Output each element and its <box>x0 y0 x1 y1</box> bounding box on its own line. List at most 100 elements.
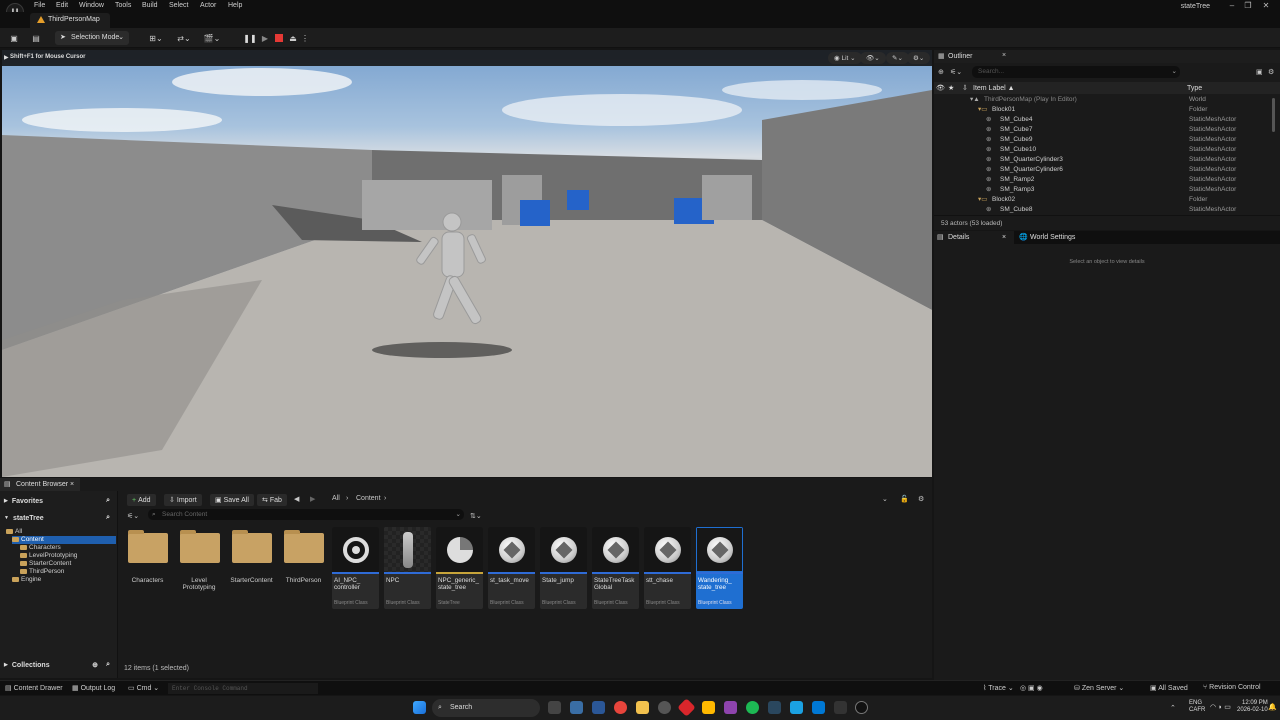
blueprints-icon[interactable]: ⇄⌄ <box>174 32 194 44</box>
settings-button[interactable]: ⚙⌄ <box>907 52 931 64</box>
asset-card-npc[interactable]: NPC Blueprint Class <box>384 527 431 609</box>
vscode-icon[interactable] <box>812 701 825 714</box>
menu-build[interactable]: Build <box>142 2 158 9</box>
app-icon[interactable] <box>724 701 737 714</box>
menu-tools[interactable]: Tools <box>115 2 131 9</box>
menu-select[interactable]: Select <box>169 2 188 9</box>
view-mode-button[interactable]: ◉ Lit ⌄ <box>828 52 862 64</box>
filter-icon[interactable]: ⚟⌄ <box>950 68 962 76</box>
save-all-button[interactable]: ▣ Save All <box>210 494 254 506</box>
asset-card-statetreetask-global[interactable]: StateTreeTask Global Blueprint Class <box>592 527 639 609</box>
add-icon[interactable]: ⊕ <box>938 68 944 76</box>
unreal-taskbar-icon[interactable] <box>855 701 868 714</box>
menu-window[interactable]: Window <box>79 2 104 9</box>
folder-startercontent[interactable]: StarterContent <box>228 527 275 584</box>
tree-item-thirdperson[interactable]: ThirdPerson <box>20 568 64 576</box>
asset-card-wandering-state-tree[interactable]: Wandering_ state_tree Blueprint Class <box>696 527 743 609</box>
outliner-search-input[interactable]: Search... ⌄ <box>972 66 1180 78</box>
type-header[interactable]: Type <box>1187 85 1202 92</box>
outliner-tab[interactable]: ▦ Outliner × <box>934 50 1280 63</box>
search-icon[interactable]: ⌕ <box>106 497 110 505</box>
folder-level-prototyping[interactable]: Level Prototyping <box>176 527 223 591</box>
git-icon[interactable] <box>677 698 696 717</box>
outliner-row[interactable]: ⊛ SM_QuarterCylinder6 StaticMeshActor <box>934 165 1274 175</box>
close-icon[interactable]: × <box>70 478 74 491</box>
asset-card-ai-npc-controller[interactable]: AI_NPC_ controller Blueprint Class <box>332 527 379 609</box>
trace-dropdown[interactable]: ⌇ Trace ⌄ <box>983 684 1014 692</box>
task-view-icon[interactable] <box>548 701 561 714</box>
outliner-row[interactable]: ⊛ SM_QuarterCylinder3 StaticMeshActor <box>934 155 1274 165</box>
asset-card-st-task-move[interactable]: st_task_move Blueprint Class <box>488 527 535 609</box>
fab-button[interactable]: ⇆ Fab <box>257 494 287 506</box>
outliner-row[interactable]: ▾▭ Block01 Folder <box>934 105 1274 115</box>
tab-content-browser[interactable]: ▤ Content Browser × <box>0 478 80 491</box>
revision-control-button[interactable]: ⑂ Revision Control <box>1203 684 1261 691</box>
path-dropdown-icon[interactable]: ⌄ <box>882 495 888 503</box>
more-icon[interactable]: ⋮ <box>301 32 309 44</box>
widgets-icon[interactable] <box>570 701 583 714</box>
breadcrumb-content[interactable]: Content <box>356 495 381 502</box>
visibility-icon[interactable]: 👁 <box>936 84 945 92</box>
settings-icon[interactable]: ⚙ <box>1268 68 1274 76</box>
console-input[interactable]: Enter Console Command <box>168 683 318 694</box>
play-icon[interactable]: ▶ <box>259 32 271 44</box>
cmd-dropdown[interactable]: ▭ Cmd ⌄ <box>128 684 159 692</box>
transform-button[interactable]: ✎⌄ <box>886 52 909 64</box>
tree-item-startercontent[interactable]: StarterContent <box>20 560 71 568</box>
notes-icon[interactable] <box>702 701 715 714</box>
history-back-icon[interactable]: ◀ <box>294 495 299 503</box>
pin-icon[interactable]: ⇩ <box>962 84 968 92</box>
outliner-row[interactable]: ⊛ SM_Cube10 StaticMeshActor <box>934 145 1274 155</box>
zen-server-button[interactable]: ⛁ Zen Server ⌄ <box>1074 684 1124 692</box>
github-icon[interactable] <box>658 701 671 714</box>
tab-world-settings[interactable]: 🌐 World Settings <box>1016 231 1106 244</box>
collections-header[interactable]: ▶ Collections ⊕ ⌕ <box>4 658 114 672</box>
asset-card-state-jump[interactable]: State_jump Blueprint Class <box>540 527 587 609</box>
taskbar-search[interactable]: ⌕ Search <box>432 699 540 717</box>
steam-icon[interactable] <box>768 701 781 714</box>
show-flags-button[interactable]: 👁⌄ <box>860 52 886 64</box>
folder-add-icon[interactable]: ▣ <box>1256 68 1263 76</box>
tree-item-characters[interactable]: Characters <box>20 544 61 552</box>
favorites-header[interactable]: ▶ Favorites ⌕ <box>4 494 114 508</box>
import-button[interactable]: ⇩ Import <box>164 494 202 506</box>
outliner-row[interactable]: ▾▲ ThirdPersonMap (Play In Editor) World <box>934 95 1274 105</box>
settings-icon[interactable]: ⚙ <box>918 495 924 503</box>
search-content-input[interactable]: ⌕ Search Content ⌄ <box>148 509 464 520</box>
language-indicator[interactable]: ENG CAFR <box>1189 700 1205 714</box>
tab-details[interactable]: ▤ Details × <box>934 231 1014 244</box>
chrome-icon[interactable] <box>614 701 627 714</box>
terminal-app-icon[interactable] <box>592 701 605 714</box>
minimize-icon[interactable]: – <box>1224 1 1240 10</box>
lock-icon[interactable]: 🔓 <box>900 495 909 503</box>
outliner-row[interactable]: ⊛ SM_Cube7 StaticMeshActor <box>934 125 1274 135</box>
app-icon-2[interactable] <box>790 701 803 714</box>
add-actor-icon[interactable]: ⊞⌄ <box>146 32 166 44</box>
history-forward-icon[interactable]: ▶ <box>310 495 315 503</box>
sort-icon[interactable]: ⇅⌄ <box>470 512 482 520</box>
asset-card-npc-generic-state-tree[interactable]: NPC_generic_ state_tree StateTree <box>436 527 483 609</box>
level-viewport[interactable]: ▶ Shift+F1 for Mouse Cursor ◉ Lit ⌄ 👁⌄ ✎… <box>2 50 932 477</box>
cinematics-icon[interactable]: 🎬⌄ <box>202 32 222 44</box>
stop-icon[interactable] <box>273 32 285 44</box>
selection-mode-dropdown[interactable]: ➤ Selection Mode ⌄ <box>55 31 129 45</box>
browse-icon[interactable]: ▤ <box>30 32 42 44</box>
pause-icon[interactable]: ❚❚ <box>243 32 256 44</box>
outliner-row[interactable]: ⊛ SM_Cube4 StaticMeshActor <box>934 115 1274 125</box>
clock[interactable]: 12:09 PM 2026-02-10 <box>1237 700 1268 714</box>
star-icon[interactable]: ★ <box>948 84 954 92</box>
filter-icon[interactable]: ⚟⌄ <box>127 512 139 520</box>
close-icon[interactable]: × <box>1002 231 1006 244</box>
eject-icon[interactable]: ⏏ <box>287 32 299 44</box>
outliner-row[interactable]: ⊛ SM_Cube8 StaticMeshActor <box>934 205 1274 215</box>
file-explorer-icon[interactable] <box>636 701 649 714</box>
asset-card-stt-chase[interactable]: stt_chase Blueprint Class <box>644 527 691 609</box>
tray-chevron-icon[interactable]: ⌃ <box>1170 704 1176 712</box>
menu-help[interactable]: Help <box>228 2 242 9</box>
save-icon[interactable]: ▣ <box>8 32 20 44</box>
menu-file[interactable]: File <box>34 2 45 9</box>
content-drawer-button[interactable]: ▤ Content Drawer <box>5 684 63 692</box>
tab-thirdpersonmap[interactable]: ThirdPersonMap <box>30 13 110 28</box>
windows-start-icon[interactable] <box>413 701 426 714</box>
close-icon[interactable]: × <box>1002 52 1006 59</box>
